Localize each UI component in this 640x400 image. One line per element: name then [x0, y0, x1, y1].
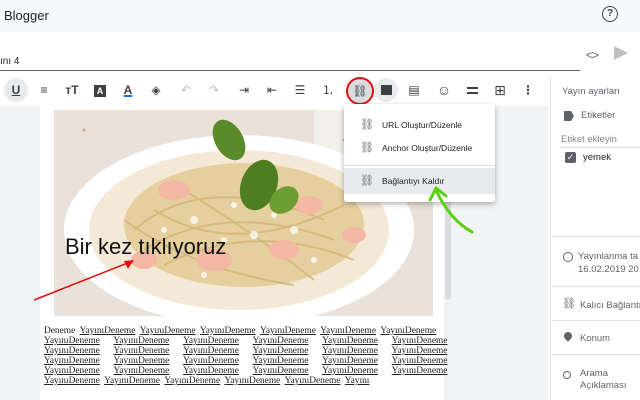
insert-image-button[interactable]: [374, 78, 398, 102]
table-icon: ⊞: [494, 82, 506, 98]
html-view-toggle[interactable]: <>: [586, 48, 599, 62]
redo-icon: ↷: [208, 83, 220, 97]
numbered-list-icon: ⒈: [321, 83, 334, 97]
insert-video-button[interactable]: ▤: [402, 78, 426, 102]
more-options-button[interactable]: ⋮: [516, 78, 540, 102]
bulleted-list-icon: ☰: [294, 83, 306, 97]
text-style-button[interactable]: A: [88, 78, 112, 102]
title-row: [0, 36, 640, 74]
align-button[interactable]: [460, 78, 484, 102]
align-icon: [466, 87, 478, 94]
permalink-title[interactable]: Kalıcı Bağlantı: [580, 300, 640, 311]
table-button[interactable]: ⊞: [488, 78, 512, 102]
underline-button[interactable]: U: [4, 78, 28, 102]
help-icon[interactable]: ?: [602, 6, 618, 22]
sidebar-divider: [552, 286, 640, 287]
numbered-list-button[interactable]: ⒈: [316, 78, 340, 102]
underline-icon: U: [11, 83, 21, 97]
post-body[interactable]: Deneme YayınıDeneme YayınıDeneme YayınıD…: [44, 326, 448, 386]
green-annotation-arrow: [428, 186, 474, 234]
link-button[interactable]: ⛓: [346, 77, 374, 105]
strikethrough-button[interactable]: ≡: [32, 78, 56, 102]
font-size-icon: тT: [65, 83, 79, 97]
text-color-button[interactable]: A: [116, 78, 140, 102]
sidebar-divider: [552, 354, 640, 355]
emoji-button[interactable]: ☺: [432, 78, 456, 102]
lines-icon: ≡: [40, 83, 48, 97]
redo-button[interactable]: ↷: [202, 78, 226, 102]
body-line: YayınıDeneme YayınıDeneme YayınıDeneme Y…: [44, 376, 370, 386]
link-off-icon: ⛓: [360, 175, 374, 187]
image-icon: [380, 85, 392, 95]
published-title[interactable]: Yayınlanma ta: [578, 251, 638, 262]
title-underline: [0, 70, 580, 71]
outdent-button[interactable]: ⇤: [260, 78, 284, 102]
more-vert-icon: ⋮: [522, 83, 534, 97]
location-title[interactable]: Konum: [580, 333, 610, 344]
search-description-title-2[interactable]: Açıklaması: [580, 380, 626, 391]
undo-icon: ↶: [180, 83, 192, 97]
clock-icon: [563, 252, 573, 262]
font-size-button[interactable]: тT: [60, 78, 84, 102]
label-checked-name: yemek: [583, 152, 611, 163]
sidebar-divider: [552, 320, 640, 321]
post-title-input[interactable]: ını 4: [0, 56, 19, 67]
labels-section-title[interactable]: Etiketler: [581, 110, 615, 121]
bulleted-list-button[interactable]: ☰: [288, 78, 312, 102]
label-input-placeholder: Etiket ekleyin: [561, 134, 617, 145]
text-color-icon: A: [123, 83, 133, 97]
sidebar-heading: Yayın ayarları: [562, 86, 620, 97]
search-description-title-1[interactable]: Arama: [580, 368, 608, 379]
link-icon: ⛓: [352, 84, 368, 98]
paint-bucket-icon: ◈: [151, 83, 161, 97]
outdent-icon: ⇤: [266, 83, 278, 97]
body-line: YayınıDeneme YayınıDeneme YayınıDeneme Y…: [44, 346, 448, 356]
indent-button[interactable]: ⇥: [232, 78, 256, 102]
search-icon: [563, 371, 571, 379]
red-annotation-arrow: [33, 260, 134, 301]
menu-item-create-edit-anchor[interactable]: ⛓ Anchor Oluştur/Düzenle: [344, 135, 495, 161]
body-line: YayınıDeneme YayınıDeneme YayınıDeneme Y…: [44, 356, 448, 366]
body-line: YayınıDeneme YayınıDeneme YayınıDeneme Y…: [44, 336, 448, 346]
send-icon[interactable]: [614, 46, 628, 60]
film-icon: ▤: [408, 83, 420, 97]
permalink-icon: ⛓: [562, 298, 576, 310]
menu-divider: [344, 165, 495, 166]
highlight-color-button[interactable]: ◈: [144, 78, 168, 102]
undo-button[interactable]: ↶: [174, 78, 198, 102]
emoji-icon: ☺: [436, 82, 452, 98]
label-checkbox[interactable]: ✓: [565, 152, 576, 163]
link-icon: ⛓: [360, 142, 374, 154]
body-line: Deneme YayınıDeneme YayınıDeneme YayınıD…: [44, 326, 437, 336]
indent-icon: ⇥: [238, 83, 250, 97]
body-line: YayınıDeneme YayınıDeneme YayınıDeneme Y…: [44, 366, 448, 376]
app-title[interactable]: Blogger: [4, 8, 49, 23]
text-style-icon: A: [94, 85, 106, 97]
top-bar: [0, 0, 640, 32]
published-date: 16.02.2019 20: [578, 264, 639, 275]
sidebar-divider: [552, 236, 640, 237]
post-settings-sidebar: [550, 76, 640, 400]
